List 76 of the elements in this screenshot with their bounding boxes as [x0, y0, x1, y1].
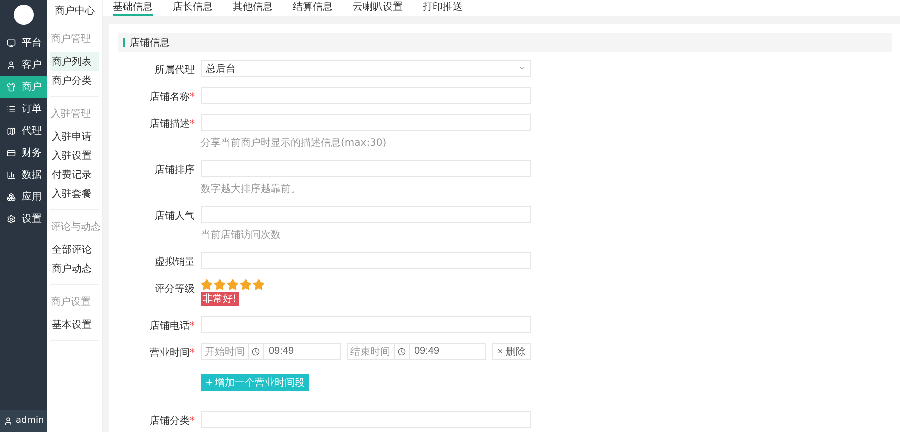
start-time-field[interactable]: 开始时间 09:49	[201, 343, 340, 360]
caret-icon	[519, 65, 526, 72]
nav-item[interactable]: 订单	[0, 98, 47, 120]
nav-item[interactable]: 平台	[0, 32, 47, 54]
tab[interactable]: 打印推送	[423, 0, 463, 16]
field-label: 店铺名称*	[149, 90, 195, 104]
field-label: 营业时间*	[149, 346, 195, 360]
list-icon	[7, 104, 16, 114]
map-icon	[7, 126, 16, 136]
close-icon	[497, 348, 504, 355]
submenu-title: 商户中心	[54, 4, 96, 19]
input-field[interactable]	[201, 206, 531, 223]
monitor-icon	[7, 38, 16, 48]
submenu-item[interactable]: 付费记录	[50, 165, 99, 184]
bar-chart-icon	[7, 170, 16, 180]
field-label: 店铺描述*	[149, 118, 195, 131]
rating-text: 非常好!	[201, 292, 240, 306]
nav-item[interactable]: 代理	[0, 120, 47, 142]
submenu-item[interactable]: 入驻设置	[50, 146, 99, 165]
input-field[interactable]	[201, 160, 531, 177]
group-title: 商户设置	[50, 296, 92, 310]
submenu-item[interactable]: 全部评论	[50, 240, 99, 259]
input-field[interactable]	[201, 252, 531, 269]
star-rating[interactable]	[201, 279, 265, 291]
tab[interactable]: 基础信息	[113, 0, 153, 16]
field-label: 评分等级	[154, 283, 195, 296]
tab[interactable]: 店长信息	[173, 0, 213, 16]
card-icon	[7, 148, 16, 158]
submenu-item[interactable]: 基本设置	[50, 315, 99, 334]
submenu-item[interactable]: 入驻申请	[50, 127, 99, 146]
section-title: 店铺信息	[130, 36, 170, 50]
input-field[interactable]	[201, 87, 531, 104]
field-hint: 数字越大排序越靠前。	[201, 182, 302, 196]
star-icon	[240, 279, 252, 291]
nav-item[interactable]: 应用	[0, 186, 47, 208]
group-title: 商户管理	[50, 32, 92, 47]
star-icon	[227, 279, 239, 291]
clock-icon	[398, 348, 406, 356]
settings-icon	[7, 214, 16, 224]
submenu-item[interactable]: 商户列表	[50, 52, 99, 71]
field-label: 所属代理	[154, 64, 195, 77]
agent-select[interactable]: 总后台	[201, 60, 531, 77]
user-icon	[4, 416, 13, 426]
submenu-item[interactable]: 商户动态	[50, 259, 99, 278]
input-field[interactable]	[201, 316, 531, 333]
field-label: 店铺排序	[154, 164, 195, 177]
field-label: 店铺电话*	[149, 320, 195, 333]
star-icon	[201, 279, 213, 291]
field-label: 虚拟销量	[154, 256, 195, 269]
plus-icon	[205, 378, 214, 387]
nav-item[interactable]: 财务	[0, 142, 47, 164]
submenu-item[interactable]: 商户分类	[50, 71, 99, 90]
nav-item[interactable]: 数据	[0, 164, 47, 186]
field-label: 店铺人气	[154, 210, 195, 223]
clock-icon	[252, 348, 260, 356]
input-field[interactable]	[201, 114, 531, 131]
nav-item[interactable]: 客户	[0, 54, 47, 76]
boxes-icon	[7, 192, 16, 202]
logo-avatar	[14, 5, 34, 25]
user-icon	[7, 60, 16, 70]
tab[interactable]: 云喇叭设置	[353, 0, 403, 16]
tab[interactable]: 结算信息	[293, 0, 333, 16]
input-field[interactable]	[201, 411, 531, 428]
field-label: 店铺分类*	[149, 414, 195, 428]
delete-button[interactable]: 删除	[492, 343, 531, 360]
tab[interactable]: 其他信息	[233, 0, 273, 16]
submenu-item[interactable]: 入驻套餐	[50, 184, 99, 203]
field-hint: 当前店铺访问次数	[201, 228, 282, 242]
group-title: 入驻管理	[50, 108, 92, 122]
field-hint: 分享当前商户时显示的描述信息(max:30)	[201, 136, 388, 150]
star-icon	[214, 279, 226, 291]
star-icon	[253, 279, 265, 291]
group-title: 评论与动态	[50, 220, 99, 235]
nav-item[interactable]: 设置	[0, 208, 47, 230]
shirt-icon	[7, 82, 16, 92]
end-time-field[interactable]: 结束时间 09:49	[346, 343, 486, 360]
